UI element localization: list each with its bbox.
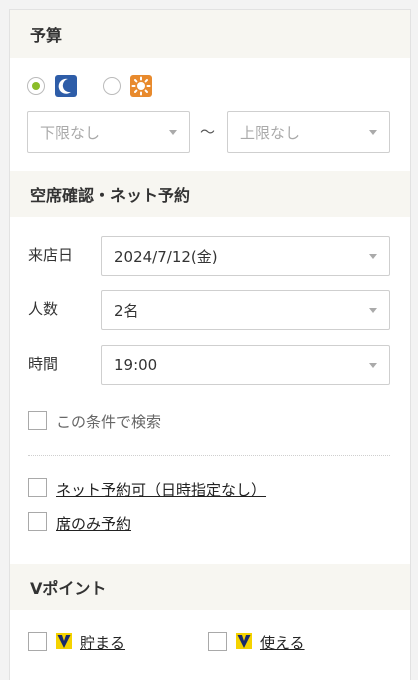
date-select[interactable]: 2024/7/12(金) [101, 236, 390, 276]
budget-range-separator: ～ [200, 123, 216, 141]
net-reservation-checkbox[interactable] [28, 478, 47, 497]
search-condition-label[interactable]: この条件で検索 [56, 411, 161, 432]
vpoint-header: Vポイント [10, 564, 410, 610]
budget-max-value: 上限なし [240, 123, 301, 142]
budget-max-select[interactable]: 上限なし [227, 111, 390, 153]
chevron-down-icon [169, 130, 177, 135]
availability-header: 空席確認・ネット予約 [10, 171, 410, 217]
chevron-down-icon [369, 254, 377, 259]
vpoint-use-link[interactable]: 使える [260, 632, 305, 653]
vpoint-title: Vポイント [30, 579, 107, 598]
seat-only-checkbox[interactable] [28, 512, 47, 531]
people-select[interactable]: 2名 [101, 290, 390, 330]
vpoint-earn-link[interactable]: 貯まる [80, 632, 125, 653]
time-label: 時間 [28, 355, 59, 373]
divider [28, 455, 390, 456]
sun-icon [130, 75, 152, 97]
dinner-radio[interactable] [27, 77, 45, 95]
budget-min-value: 下限なし [40, 123, 101, 142]
search-condition-checkbox[interactable] [28, 411, 47, 430]
availability-title: 空席確認・ネット予約 [30, 186, 191, 205]
seat-only-link[interactable]: 席のみ予約 [56, 513, 131, 534]
chevron-down-icon [369, 130, 377, 135]
budget-min-select[interactable]: 下限なし [27, 111, 190, 153]
vpoint-use-checkbox[interactable] [208, 632, 227, 651]
chevron-down-icon [369, 363, 377, 368]
date-value: 2024/7/12(金) [114, 247, 218, 266]
vpoint-logo-icon [56, 633, 72, 649]
time-value: 19:00 [114, 356, 158, 374]
moon-icon [55, 75, 77, 97]
vpoint-earn-checkbox[interactable] [28, 632, 47, 651]
lunch-radio[interactable] [103, 77, 121, 95]
budget-header: 予算 [10, 10, 410, 58]
people-value: 2名 [114, 301, 139, 320]
radio-selected-dot [32, 82, 40, 90]
budget-title: 予算 [30, 26, 63, 45]
filter-panel: 予算 下限なし ～ 上限なし 空席確認・ネット予約 来店日 2024/7/12(… [9, 9, 411, 680]
vpoint-logo-icon [236, 633, 252, 649]
time-select[interactable]: 19:00 [101, 345, 390, 385]
net-reservation-link[interactable]: ネット予約可（日時指定なし） [56, 479, 266, 500]
date-label: 来店日 [28, 246, 74, 264]
chevron-down-icon [369, 308, 377, 313]
people-label: 人数 [28, 300, 59, 318]
